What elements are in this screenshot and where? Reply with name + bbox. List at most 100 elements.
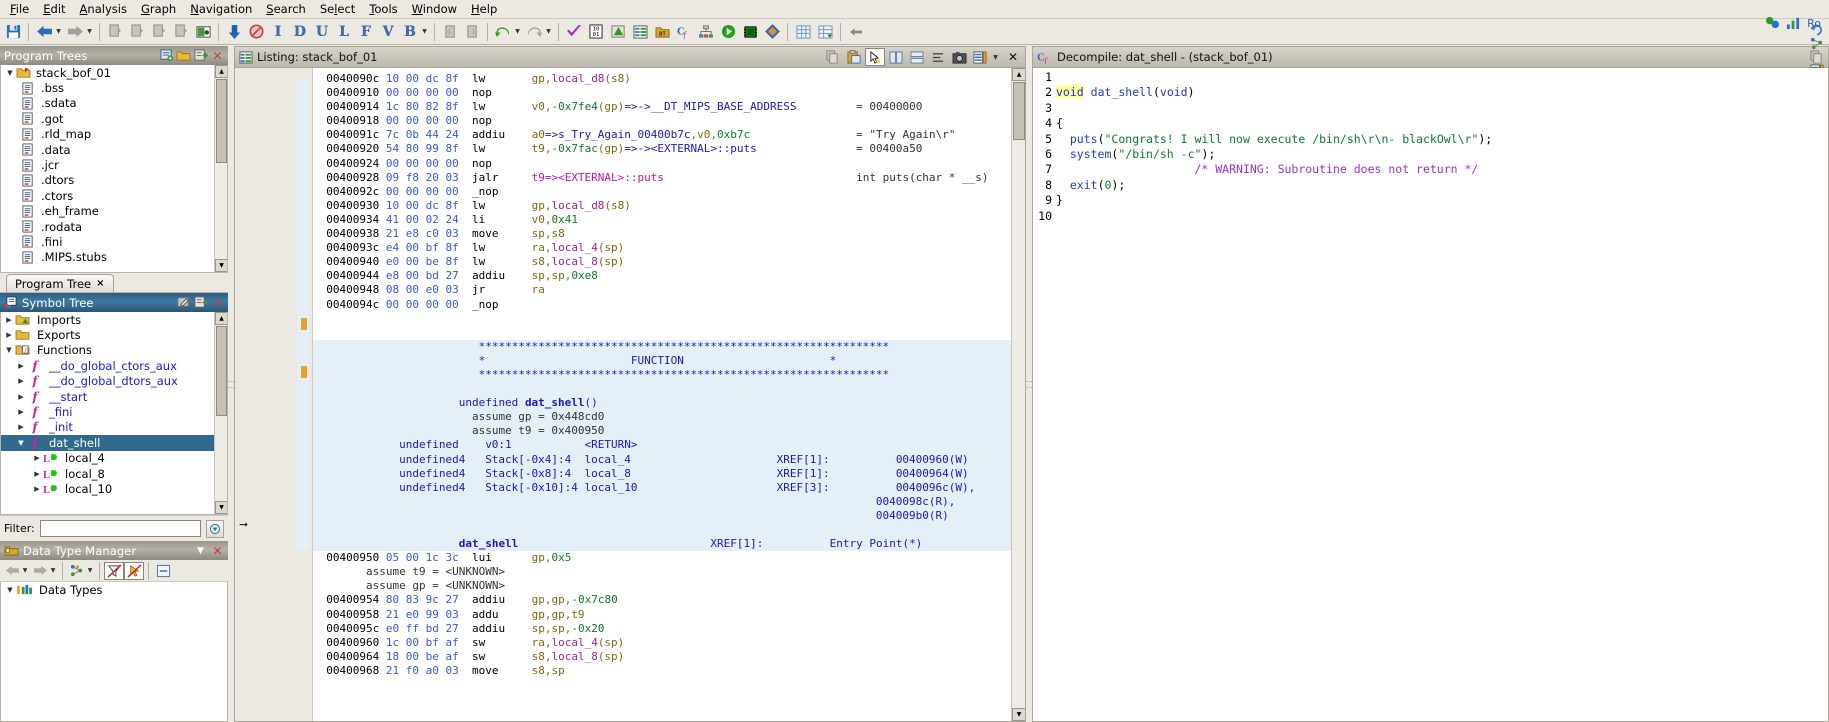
listing-xref-row[interactable]: 0040098c(R), <box>313 494 1025 509</box>
listing-row[interactable]: 00400910 00 00 00 00 nop <box>313 86 1025 100</box>
filter-options-icon[interactable] <box>206 519 224 538</box>
back-arrow-icon[interactable] <box>33 21 55 43</box>
symbol-tree-node-dat-shell[interactable]: ▼ f dat_shell <box>1 435 227 451</box>
listing-signature-row[interactable]: undefined dat_shell() <box>313 396 1025 411</box>
symbol-tree-node---do-global-dtors-aux[interactable]: ▶ f __do_global_dtors_aux <box>1 374 227 389</box>
close-panel-icon[interactable]: ✕ <box>210 543 225 558</box>
label-letter-icon[interactable]: L <box>333 21 355 43</box>
program-tree-item-fini[interactable]: .fini <box>1 234 227 249</box>
listing-options-icon[interactable] <box>970 48 990 66</box>
scroll-thumb[interactable] <box>1013 82 1025 140</box>
camera-icon[interactable] <box>949 48 969 66</box>
tab-close-icon[interactable]: × <box>96 278 104 289</box>
processor-icon[interactable] <box>739 21 761 43</box>
listing-row[interactable]: 0040092c 00 00 00 00 _nop <box>313 185 1025 199</box>
decompiler-copy-icon[interactable] <box>1810 50 1826 64</box>
run-icon[interactable] <box>717 21 739 43</box>
collapse-tree-icon[interactable] <box>193 48 208 63</box>
data-type-manager-icon[interactable]: DT <box>651 21 673 43</box>
expand-arrow-icon[interactable]: ▶ <box>31 470 43 478</box>
listing-row[interactable]: 00400928 09 f8 20 03 jalr t9=><EXTERNAL>… <box>313 171 1025 185</box>
symbol-tree-node--init[interactable]: ▶ f _init <box>1 420 227 435</box>
multi-listing-icon[interactable] <box>907 48 927 66</box>
program-tree-item-jcr[interactable]: .jcr <box>1 157 227 172</box>
symbol-tree-body[interactable]: ▶ Imports ▶ Exports ▼ f Functions ▶ f __… <box>0 312 228 515</box>
expand-arrow-icon[interactable]: ▼ <box>15 439 27 447</box>
listing-variable-row[interactable]: undefined v0:1 <RETURN> <box>313 438 1025 453</box>
filter-input[interactable] <box>39 520 201 537</box>
close-panel-icon[interactable]: ✕ <box>1003 48 1023 66</box>
listing-row[interactable]: 0040093c e4 00 bf 8f lw ra,local_4(sp) <box>313 241 1025 255</box>
symbol-tree-node--fini[interactable]: ▶ f _fini <box>1 404 227 419</box>
bookmark-dropdown-arrow-icon[interactable]: ▼ <box>421 21 430 43</box>
symbol-tree-node-local-8[interactable]: ▶ L local_8 <box>1 466 227 481</box>
menu-analysis[interactable]: Analysis <box>73 1 134 17</box>
undo-icon[interactable] <box>492 21 514 43</box>
listing-row[interactable]: 00400914 1c 80 82 8f lw v0,-0x7fe4(gp)=>… <box>313 100 1025 114</box>
table-icon[interactable] <box>792 21 814 43</box>
decompiler-icon[interactable]: Cf <box>673 21 695 43</box>
decompiler-code[interactable]: void dat_shell(void) { puts("Congrats! I… <box>1055 68 1828 721</box>
symbol-tree-node-Exports[interactable]: ▶ Exports <box>1 327 227 342</box>
program-tree-item-dtors[interactable]: .dtors <box>1 173 227 188</box>
menu-navigation[interactable]: Navigation <box>183 1 259 17</box>
check-icon[interactable] <box>563 21 585 43</box>
expand-arrow-icon[interactable]: ▶ <box>31 485 43 493</box>
menu-window[interactable]: Window <box>405 1 464 17</box>
dtm-back-dropdown-icon[interactable]: ▼ <box>22 562 30 580</box>
listing-row[interactable]: 0040095c e0 ff bd 27 addiu sp,sp,-0x20 <box>313 622 1025 636</box>
table-export-icon[interactable] <box>814 21 836 43</box>
expand-arrow-icon[interactable]: ▼ <box>3 346 15 354</box>
listing-row[interactable]: 00400964 18 00 be af sw s8,local_8(sp) <box>313 650 1025 664</box>
undo-dropdown-arrow-icon[interactable]: ▼ <box>514 21 523 43</box>
data-letter-icon[interactable]: D <box>289 21 311 43</box>
expand-arrow-icon[interactable]: ▶ <box>3 331 15 339</box>
program-tree-item-got[interactable]: .got <box>1 111 227 126</box>
program-tree-item-bss[interactable]: .bss <box>1 80 227 95</box>
dtm-back-arrow-icon[interactable] <box>2 562 22 580</box>
listing-row[interactable]: 00400944 e8 00 bd 27 addiu sp,sp,0xe8 <box>313 269 1025 283</box>
function-letter-icon[interactable]: F <box>355 21 377 43</box>
rename-icon[interactable] <box>176 295 191 310</box>
listing-row[interactable]: 00400920 54 80 99 8f lw t9,-0x7fac(gp)=>… <box>313 142 1025 156</box>
redo-icon[interactable] <box>523 21 545 43</box>
program-tree-item-rodata[interactable]: .rodata <box>1 219 227 234</box>
listing-row[interactable]: 00400934 41 00 02 24 li v0,0x41 <box>313 213 1025 227</box>
left-arrow-small-icon[interactable] <box>845 21 867 43</box>
cursor-icon[interactable] <box>865 48 885 66</box>
hex-toggle-icon[interactable]: 10 01 <box>585 21 607 43</box>
scroll-down-arrow-icon[interactable]: ▼ <box>1012 708 1025 721</box>
decompiler-code-line[interactable] <box>1056 101 1828 116</box>
listing-variable-row[interactable]: undefined4 Stack[-0x4]:4 local_4 XREF[1]… <box>313 452 1025 467</box>
tree-root-stack-bof-01[interactable]: ▼ stack_bof_01 <box>1 65 227 80</box>
listing-row[interactable]: 00400930 10 00 dc 8f lw gp,local_d8(s8) <box>313 199 1025 213</box>
symbol-tree-node-local-10[interactable]: ▶ L local_10 <box>1 481 227 496</box>
menu-select[interactable]: Select <box>313 1 363 17</box>
listing-row[interactable]: 00400958 21 e0 99 03 addu gp,gp,t9 <box>313 608 1025 622</box>
forward-arrow-icon[interactable] <box>64 21 86 43</box>
expand-arrow-icon[interactable]: ▼ <box>4 586 16 594</box>
decompiler-code-line[interactable]: } <box>1056 193 1828 208</box>
listing-scrollbar[interactable]: ▲ ▼ <box>1011 68 1025 721</box>
new-tree-icon[interactable] <box>159 48 174 63</box>
program-trees-scrollbar[interactable]: ▲ ▼ <box>214 65 227 272</box>
expand-arrow-icon[interactable]: ▼ <box>4 69 16 77</box>
scroll-up-arrow-icon[interactable]: ▲ <box>1012 68 1025 81</box>
collapse-icon[interactable] <box>153 562 173 580</box>
expand-arrow-icon[interactable]: ▶ <box>15 393 27 401</box>
down-arrow-icon[interactable] <box>223 21 245 43</box>
dtm-forward-dropdown-icon[interactable]: ▼ <box>50 562 58 580</box>
undefined-letter-icon[interactable]: U <box>311 21 333 43</box>
paste-icon[interactable] <box>844 48 864 66</box>
decompiler-code-line[interactable]: exit(0); <box>1056 178 1828 193</box>
listing-row[interactable]: 00400948 08 00 e0 03 jr ra <box>313 283 1025 297</box>
listing-variable-row[interactable]: undefined4 Stack[-0x10]:4 local_10 XREF[… <box>313 480 1025 495</box>
symbol-tree-node-local-4[interactable]: ▶ L local_4 <box>1 451 227 466</box>
filter-off-icon[interactable] <box>104 561 124 580</box>
listing-xref-row[interactable]: 004009b0(R) <box>313 508 1025 523</box>
forward-dropdown-arrow-icon[interactable]: ▼ <box>86 21 95 43</box>
decompiler-body[interactable]: 1 2 3 4 5 6 7 8 9 10 void dat_shell(void) { puts(… <box>1032 68 1829 722</box>
memory-map-icon[interactable] <box>607 21 629 43</box>
menu-graph[interactable]: Graph <box>134 1 183 17</box>
save-icon[interactable] <box>2 21 24 43</box>
